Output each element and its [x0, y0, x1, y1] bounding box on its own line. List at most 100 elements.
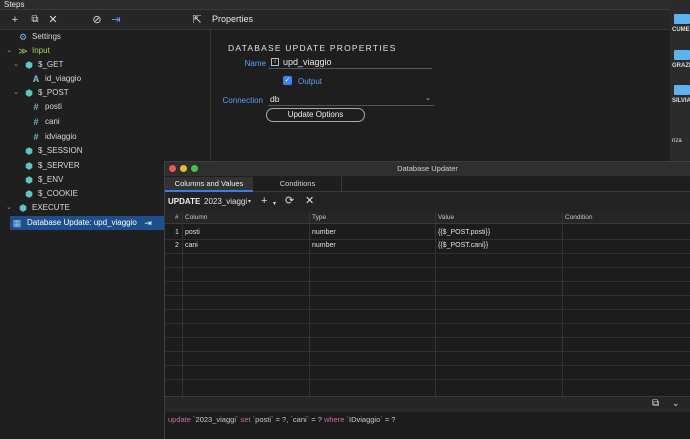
chevron-down-icon[interactable]: ⌄ — [5, 44, 13, 58]
chevron-down-icon[interactable]: ⌄ — [672, 398, 680, 409]
name-label: Name — [244, 59, 266, 68]
row-type[interactable]: number — [312, 242, 336, 249]
connection-value: db — [270, 94, 280, 104]
gear-icon: ⚙ — [18, 32, 28, 42]
cube-icon: ⬢ — [25, 189, 33, 199]
tree-item-label: $_ENV — [38, 175, 64, 184]
output-arrow-icon: ⇥ — [144, 218, 152, 228]
add-icon[interactable]: + — [261, 196, 267, 207]
input-icon: ≫ — [18, 46, 28, 56]
disable-icon[interactable]: ⊘ — [90, 13, 104, 27]
tree-item-label: Input — [32, 46, 50, 55]
desktop-item-label: GRAZI — [672, 63, 690, 69]
cube-icon: ⬢ — [25, 175, 33, 185]
number-type-icon: # — [33, 102, 39, 112]
chevron-down-icon[interactable]: ⌄ — [425, 94, 431, 102]
sql-fragment: `IDviaggio` = ? — [344, 415, 396, 424]
output-checkbox[interactable]: ✓ — [283, 76, 292, 85]
grid-row-line — [165, 351, 690, 352]
connection-label: Connection — [222, 96, 263, 105]
number-type-icon: # — [33, 117, 39, 127]
table-select[interactable]: 2023_viaggi — [204, 197, 247, 206]
sql-fragment: `posti` = ?, `cani` = ? — [250, 415, 324, 424]
table-icon: ▦ — [12, 218, 22, 228]
tree-item-cani[interactable]: # cani — [0, 115, 211, 129]
tree-item-posti[interactable]: # posti — [0, 100, 211, 114]
connection-select[interactable] — [268, 93, 434, 106]
refresh-icon[interactable]: ⟳ — [285, 196, 294, 207]
sql-keyword: where — [323, 415, 345, 424]
export-icon[interactable]: ⇥ — [109, 13, 123, 27]
update-options-button[interactable]: Update Options — [266, 108, 365, 122]
chevron-down-icon[interactable]: ⌄ — [12, 86, 20, 100]
share-icon[interactable]: ⇱ — [190, 13, 204, 27]
folder-icon[interactable] — [674, 14, 690, 24]
grid-row-line — [165, 337, 690, 338]
desktop-item-label: SILVIA — [672, 98, 690, 104]
tree-item-label: Database Update: upd_viaggio — [27, 218, 137, 227]
text-type-icon: A — [32, 74, 40, 84]
close-icon[interactable]: ✕ — [305, 196, 314, 207]
close-icon[interactable]: ✕ — [46, 13, 60, 27]
sql-toolbar: ⧉ ⌄ — [165, 396, 690, 412]
tab-conditions[interactable]: Conditions — [254, 177, 342, 192]
info-icon: i — [271, 58, 279, 66]
grid-row-line — [165, 323, 690, 324]
folder-icon[interactable] — [674, 85, 690, 95]
grid-row-line — [165, 295, 690, 296]
row-value[interactable]: {{$_POST.posti}} — [438, 229, 490, 236]
chevron-down-icon[interactable]: ▾ — [273, 199, 276, 210]
number-type-icon: # — [33, 132, 39, 142]
tree-item-label: $_GET — [38, 60, 64, 69]
duplicate-icon[interactable]: ⧉ — [28, 13, 42, 27]
chevron-down-icon[interactable]: ⌄ — [12, 58, 20, 72]
row-value[interactable]: {{$_POST.cani}} — [438, 242, 488, 249]
tree-item-label: id_viaggio — [45, 74, 82, 83]
steps-toolbar: + ⧉ ✕ ⊘ ⇥ ⇱ — [0, 10, 670, 30]
chevron-down-icon[interactable]: ▾ — [248, 198, 251, 205]
tree-item-session[interactable]: ⬢ $_SESSION — [0, 144, 211, 158]
tree-item-id-viaggio[interactable]: A id_viaggio — [0, 72, 211, 86]
cube-icon: ⬢ — [25, 88, 33, 98]
copy-icon[interactable]: ⧉ — [652, 398, 659, 409]
cube-icon: ⬢ — [19, 203, 27, 213]
steps-panel-title: Steps — [0, 0, 670, 10]
sql-keyword: update — [168, 415, 191, 424]
column-header-condition: Condition — [565, 214, 593, 221]
sql-text: update `2023_viaggi` set `posti` = ?, `c… — [168, 415, 395, 424]
grid-row-line — [165, 379, 690, 380]
grid-row-line — [165, 309, 690, 310]
row-type[interactable]: number — [312, 229, 336, 236]
tree-item-label: EXECUTE — [32, 203, 70, 212]
tab-columns-and-values[interactable]: Columns and Values — [165, 177, 253, 192]
tree-item-label: idviaggio — [45, 132, 77, 141]
column-header-num: # — [175, 214, 179, 221]
row-column[interactable]: cani — [185, 242, 198, 249]
update-keyword: UPDATE — [168, 197, 201, 206]
tree-item-label: $_POST — [38, 88, 69, 97]
grid-row-line — [165, 253, 690, 254]
tree-item-input[interactable]: ⌄ ≫ Input — [0, 44, 211, 58]
desktop-item-label: nza — [672, 138, 682, 144]
column-header-column: Column — [185, 214, 208, 221]
grid-row-line — [165, 239, 690, 240]
name-value: upd_viaggio — [283, 57, 332, 67]
row-column[interactable]: posti — [185, 229, 200, 236]
output-label: Output — [298, 77, 323, 86]
grid-header — [165, 212, 690, 224]
properties-section-title: DATABASE UPDATE PROPERTIES — [228, 43, 397, 53]
tree-item-label: Settings — [32, 32, 61, 41]
tree-item-label: cani — [45, 117, 60, 126]
folder-icon[interactable] — [674, 50, 690, 60]
column-header-value: Value — [438, 214, 455, 221]
tree-item-label: $_COOKIE — [38, 189, 79, 198]
plus-icon[interactable]: + — [8, 13, 22, 27]
dialog-title: Database Updater — [397, 164, 458, 173]
row-number: 2 — [175, 242, 179, 249]
tree-item-idviaggio[interactable]: # idviaggio — [0, 130, 211, 144]
tree-item-post[interactable]: ⌄ ⬢ $_POST — [0, 86, 211, 100]
tree-item-get[interactable]: ⌄ ⬢ $_GET — [0, 58, 211, 72]
chevron-down-icon[interactable]: ⌄ — [5, 201, 13, 215]
tree-item-settings[interactable]: ⚙ Settings — [0, 30, 211, 44]
grid-row-line — [165, 281, 690, 282]
